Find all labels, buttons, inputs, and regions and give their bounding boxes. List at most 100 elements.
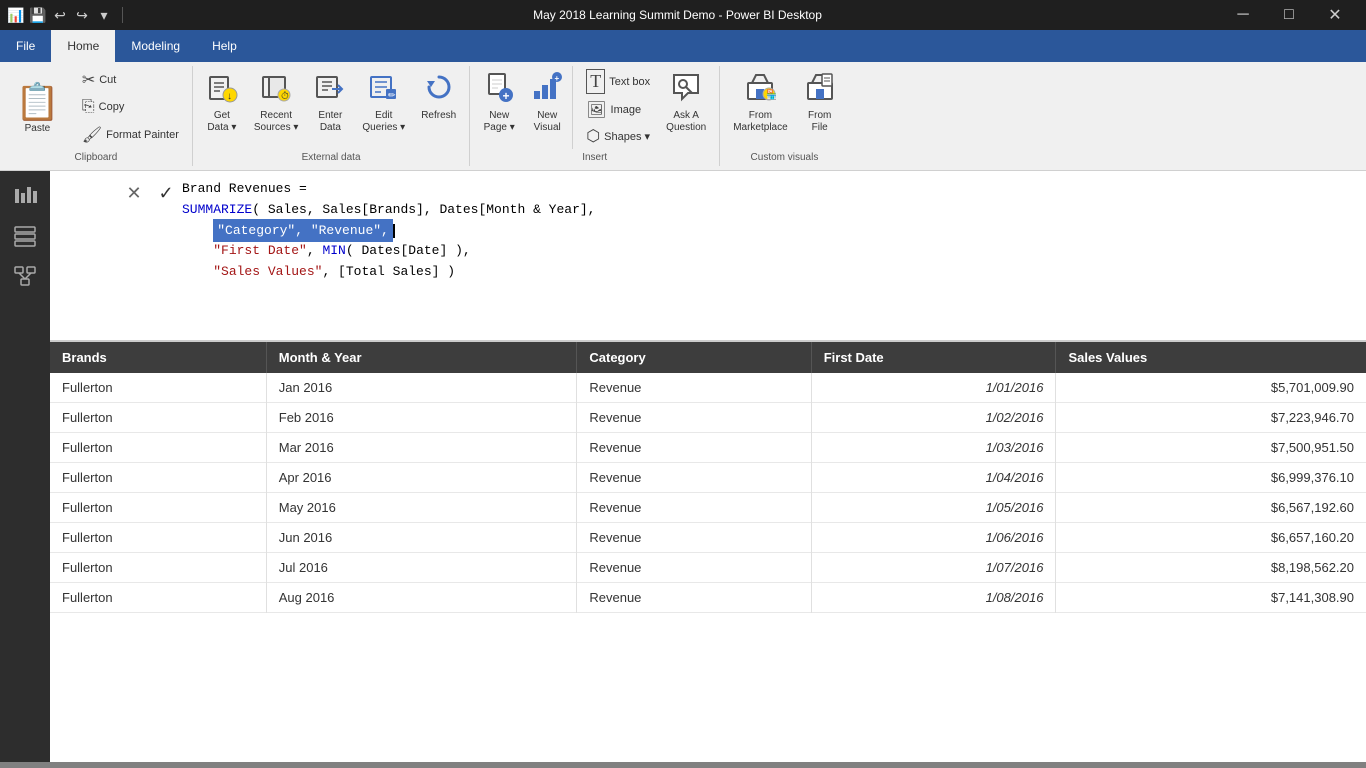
cell-date: 1/08/2016 (811, 583, 1056, 613)
cell-month: Mar 2016 (266, 433, 577, 463)
maximize-button[interactable]: □ (1266, 0, 1312, 30)
custom-visuals-group: 🏪 FromMarketplace (720, 66, 848, 166)
table-row: Fullerton Feb 2016 Revenue 1/02/2016 $7,… (50, 403, 1366, 433)
cell-month: Jul 2016 (266, 553, 577, 583)
copy-button[interactable]: ⎘ Copy (75, 95, 186, 119)
tab-file[interactable]: File (0, 30, 51, 62)
shapes-label: Shapes ▾ (604, 130, 650, 143)
window-title: May 2018 Learning Summit Demo - Power BI… (135, 8, 1220, 22)
dax-line-4: "First Date", MIN( Dates[Date] ), (182, 241, 1354, 262)
get-data-label: GetData ▾ (207, 110, 236, 134)
cell-brand: Fullerton (50, 523, 266, 553)
cell-date: 1/07/2016 (811, 553, 1056, 583)
insert-group-label: Insert (476, 149, 713, 166)
from-file-label: FromFile (808, 110, 831, 134)
svg-text:↓: ↓ (227, 91, 232, 102)
col-header-date: First Date (811, 342, 1056, 373)
clipboard-group-label: Clipboard (6, 149, 186, 166)
svg-text:+: + (555, 74, 560, 83)
new-page-button[interactable]: + NewPage ▾ (476, 66, 522, 139)
formula-bar-controls: ✕ ✓ (120, 179, 180, 207)
title-bar: 📊 💾 ↩ ↪ ▾ May 2018 Learning Summit Demo … (0, 0, 1366, 30)
cut-icon: ✂ (82, 70, 95, 90)
sidebar-item-model[interactable] (7, 259, 43, 295)
refresh-label: Refresh (421, 110, 456, 122)
new-visual-icon: + (531, 71, 563, 108)
paste-button[interactable]: 📋 Paste (6, 66, 69, 149)
clipboard-items: 📋 Paste ✂ Cut ⎘ Copy 🖌 Format Painter (6, 66, 186, 149)
table-header-row: Brands Month & Year Category First Date … (50, 342, 1366, 373)
dax-line-1: Brand Revenues = (182, 179, 1354, 200)
image-button[interactable]: 🖼 Image (579, 97, 648, 123)
cell-month: Jun 2016 (266, 523, 577, 553)
table-row: Fullerton May 2016 Revenue 1/05/2016 $6,… (50, 493, 1366, 523)
from-file-button[interactable]: FromFile (797, 66, 843, 139)
data-table: Brands Month & Year Category First Date … (50, 341, 1366, 762)
recent-sources-icon: ⏱ (260, 71, 292, 108)
cell-brand: Fullerton (50, 463, 266, 493)
close-button[interactable]: ✕ (1312, 0, 1358, 30)
left-sidebar (0, 171, 50, 762)
ask-a-question-button[interactable]: Ask AQuestion (659, 66, 713, 139)
sidebar-item-data[interactable] (7, 219, 43, 255)
save-icon[interactable]: 💾 (30, 7, 46, 23)
cell-date: 1/04/2016 (811, 463, 1056, 493)
table-body: Fullerton Jan 2016 Revenue 1/01/2016 $5,… (50, 373, 1366, 613)
recent-sources-button[interactable]: ⏱ RecentSources ▾ (247, 66, 305, 139)
from-marketplace-button[interactable]: 🏪 FromMarketplace (726, 66, 794, 139)
paste-icon: 📋 (15, 81, 60, 123)
custom-visuals-items: 🏪 FromMarketplace (726, 66, 842, 149)
cell-category: Revenue (577, 433, 811, 463)
refresh-button[interactable]: Refresh (414, 66, 463, 127)
image-label: Image (611, 104, 642, 116)
cell-brand: Fullerton (50, 583, 266, 613)
ribbon-tabs: File Home Modeling Help (0, 30, 1366, 62)
clipboard-group: 📋 Paste ✂ Cut ⎘ Copy 🖌 Format Painter (0, 66, 193, 166)
cut-button[interactable]: ✂ Cut (75, 67, 186, 93)
dax-line-2: SUMMARIZE( Sales, Sales[Brands], Dates[M… (182, 200, 1354, 221)
minimize-button[interactable]: ─ (1220, 0, 1266, 30)
copy-icon: ⎘ (82, 98, 95, 116)
format-painter-icon: 🖌 (82, 125, 102, 145)
sidebar-item-report[interactable] (7, 179, 43, 215)
copy-label: Copy (99, 101, 125, 113)
ask-question-icon (670, 71, 702, 108)
cell-month: Aug 2016 (266, 583, 577, 613)
cell-date: 1/05/2016 (811, 493, 1056, 523)
cell-sales: $5,701,009.90 (1056, 373, 1366, 403)
enter-data-button[interactable]: EnterData (307, 66, 353, 139)
undo-icon[interactable]: ↩ (52, 7, 68, 23)
formula-bar: ✕ ✓ Brand Revenues = SUMMARIZE( Sales, S… (50, 171, 1366, 341)
ask-question-label: Ask AQuestion (666, 110, 706, 134)
cell-date: 1/06/2016 (811, 523, 1056, 553)
cell-date: 1/03/2016 (811, 433, 1056, 463)
new-visual-button[interactable]: + NewVisual (524, 66, 570, 139)
cell-month: Apr 2016 (266, 463, 577, 493)
format-painter-label: Format Painter (106, 129, 179, 141)
cell-date: 1/01/2016 (811, 373, 1056, 403)
marketplace-icon: 🏪 (744, 71, 776, 108)
new-page-label: NewPage ▾ (484, 110, 515, 134)
enter-data-label: EnterData (318, 110, 342, 134)
format-painter-button[interactable]: 🖌 Format Painter (75, 122, 186, 148)
col-header-brands: Brands (50, 342, 266, 373)
custom-visuals-group-label: Custom visuals (726, 149, 842, 166)
text-box-button[interactable]: T Text box (579, 66, 657, 97)
svg-text:✏: ✏ (388, 90, 396, 100)
formula-accept-button[interactable]: ✓ (152, 179, 180, 207)
tab-modeling[interactable]: Modeling (115, 30, 196, 62)
formula-cancel-button[interactable]: ✕ (120, 179, 148, 207)
external-data-items: ↓ GetData ▾ ⏱ RecentSources ▾ (199, 66, 463, 149)
dax-editor[interactable]: Brand Revenues = SUMMARIZE( Sales, Sales… (182, 179, 1354, 283)
edit-queries-button[interactable]: ✏ EditQueries ▾ (355, 66, 412, 139)
get-data-button[interactable]: ↓ GetData ▾ (199, 66, 245, 139)
cell-category: Revenue (577, 583, 811, 613)
new-visual-label: NewVisual (534, 110, 561, 134)
redo-icon[interactable]: ↪ (74, 7, 90, 23)
paste-label: Paste (25, 123, 51, 134)
table-row: Fullerton Aug 2016 Revenue 1/08/2016 $7,… (50, 583, 1366, 613)
shapes-button[interactable]: ⬡ Shapes ▾ (579, 123, 657, 149)
tab-home[interactable]: Home (51, 30, 115, 62)
customize-icon[interactable]: ▾ (96, 7, 112, 23)
tab-help[interactable]: Help (196, 30, 253, 62)
